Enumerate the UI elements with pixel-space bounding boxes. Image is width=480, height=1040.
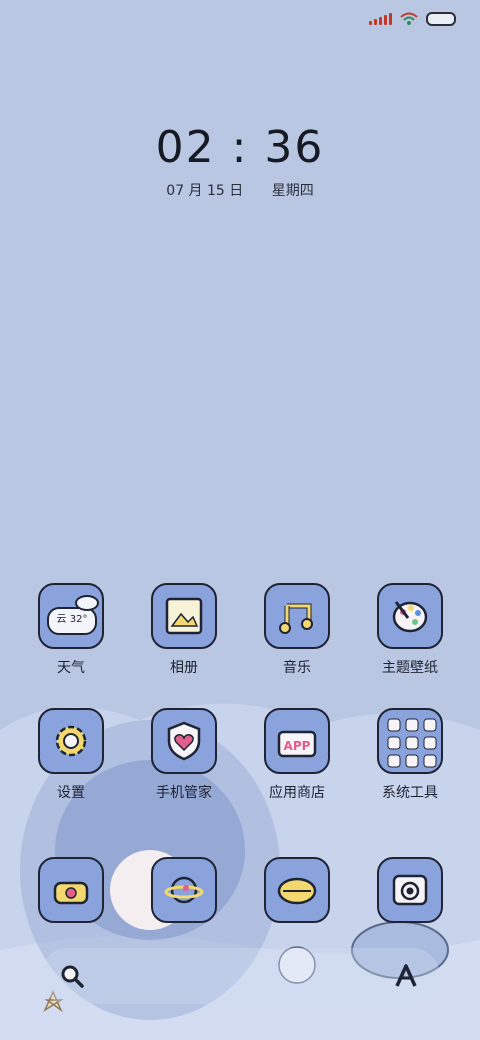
a-letter-icon[interactable] bbox=[392, 962, 420, 990]
weekday-text: 星期四 bbox=[271, 183, 314, 199]
folder-icon bbox=[377, 708, 443, 774]
app-store[interactable]: APP 应用商店 bbox=[252, 708, 342, 802]
app-weather[interactable]: 云 32° 天气 bbox=[26, 583, 116, 677]
app-label: 相册 bbox=[170, 660, 198, 676]
camera-icon bbox=[377, 857, 443, 923]
svg-text:APP: APP bbox=[284, 739, 311, 753]
app-settings[interactable]: 设置 bbox=[26, 708, 116, 802]
phone-icon bbox=[38, 857, 104, 923]
app-label: 主题壁纸 bbox=[382, 660, 438, 676]
palette-icon bbox=[377, 583, 443, 649]
status-bar bbox=[369, 10, 456, 28]
signal-icon bbox=[369, 13, 392, 25]
app-phone[interactable] bbox=[26, 857, 116, 923]
app-label: 音乐 bbox=[283, 660, 311, 676]
clock-time: 02 : 36 bbox=[155, 122, 325, 173]
app-gallery[interactable]: 相册 bbox=[139, 583, 229, 677]
battery-icon bbox=[426, 12, 456, 26]
app-theme-wallpaper[interactable]: 主题壁纸 bbox=[365, 583, 455, 677]
app-messages[interactable] bbox=[252, 857, 342, 923]
hotdog-message-icon bbox=[264, 857, 330, 923]
shield-icon bbox=[151, 708, 217, 774]
app-label: 应用商店 bbox=[269, 785, 325, 801]
weather-widget-text: 云 32° bbox=[47, 607, 97, 635]
gallery-icon bbox=[151, 583, 217, 649]
music-icon bbox=[264, 583, 330, 649]
app-store-icon: APP bbox=[264, 708, 330, 774]
app-label: 手机管家 bbox=[156, 785, 212, 801]
date-text: 07 月 15 日 bbox=[166, 183, 244, 199]
app-label: 天气 bbox=[57, 660, 85, 676]
planet-icon bbox=[151, 857, 217, 923]
app-camera[interactable] bbox=[365, 857, 455, 923]
app-browser[interactable] bbox=[139, 857, 229, 923]
dock-bar bbox=[40, 948, 440, 1004]
gear-icon bbox=[38, 708, 104, 774]
app-phone-manager[interactable]: 手机管家 bbox=[139, 708, 229, 802]
search-icon[interactable] bbox=[58, 962, 86, 990]
app-label: 设置 bbox=[57, 785, 85, 801]
app-system-tools-folder[interactable]: 系统工具 bbox=[365, 708, 455, 802]
app-label: 系统工具 bbox=[382, 785, 438, 801]
wifi-icon bbox=[400, 12, 418, 25]
clock-date: 07 月 15 日 星期四 bbox=[0, 180, 480, 200]
app-music[interactable]: 音乐 bbox=[252, 583, 342, 677]
weather-icon: 云 32° bbox=[38, 583, 104, 649]
